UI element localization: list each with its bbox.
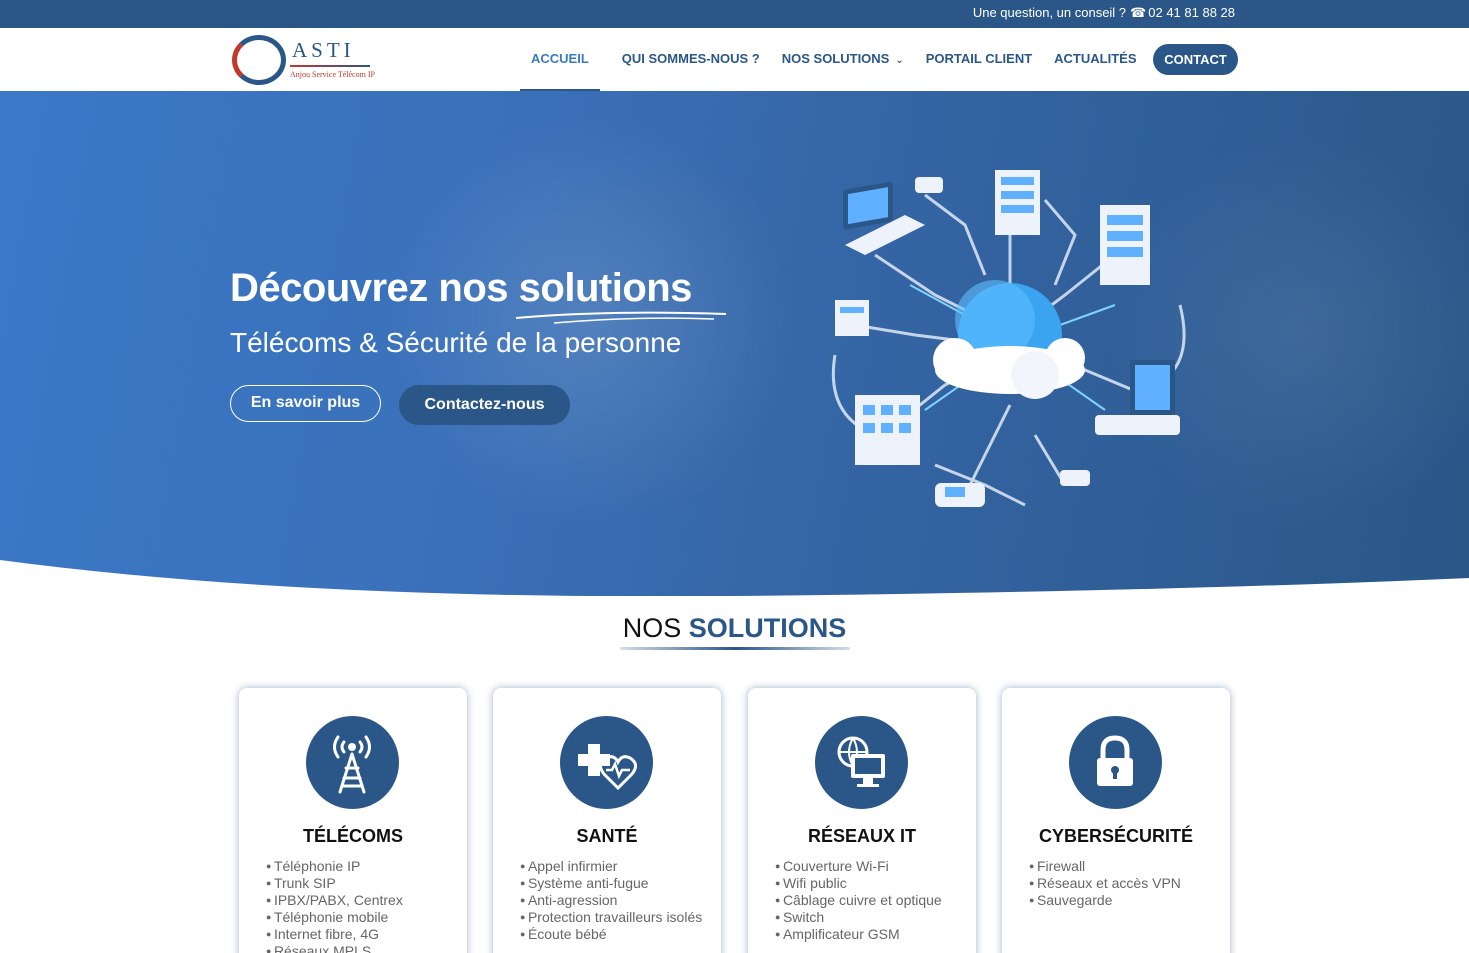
section-title: NOS SOLUTIONS [0, 613, 1469, 644]
nav-item-nos-solutions[interactable]: NOS SOLUTIONS ⌄ [782, 28, 904, 91]
card-feature-list: Couverture Wi-Fi Wifi public Câblage cui… [775, 858, 960, 943]
logo-divider [290, 65, 370, 67]
list-item: Firewall [1029, 858, 1214, 875]
contact-question[interactable]: Une question, un conseil ? ☎ 02 41 81 88 2… [973, 5, 1235, 21]
underline-swash-icon [515, 311, 727, 324]
chevron-down-icon: ⌄ [895, 55, 904, 66]
antenna-tower-icon [306, 716, 399, 809]
hero-title-accent: solutions [518, 266, 693, 310]
contact-question-text: Une question, un conseil ? [972, 5, 1127, 20]
site-header: ASTI Anjou Service Télécom IP ACCUEIL QU… [0, 28, 1469, 91]
learn-more-button[interactable]: En savoir plus [230, 385, 381, 422]
section-title-accent: SOLUTIONS [688, 613, 847, 643]
list-item: Switch [775, 909, 960, 926]
phone-icon: ☎ [1130, 5, 1147, 20]
card-feature-list: Téléphonie IP Trunk SIP IPBX/PABX, Centr… [266, 858, 451, 953]
solution-card-sante[interactable]: SANTÉ Appel infirmier Système anti-fugue… [493, 688, 721, 953]
hero-banner [0, 91, 1469, 596]
hero-wave-divider [0, 560, 1469, 600]
list-item: Wifi public [775, 875, 960, 892]
nav-item-actualites[interactable]: ACTUALITÉS [1054, 28, 1136, 91]
list-item: Téléphonie IP [266, 858, 451, 875]
main-nav: ACCUEIL QUI SOMMES-NOUS ? NOS SOLUTIONS ⌄… [520, 28, 1238, 91]
card-feature-list: Firewall Réseaux et accès VPN Sauvegarde [1029, 858, 1214, 909]
list-item: Appel infirmier [520, 858, 705, 875]
logo-ring [232, 35, 286, 85]
solution-card-reseaux-it[interactable]: RÉSEAUX IT Couverture Wi-Fi Wifi public … [748, 688, 976, 953]
list-item: Internet fibre, 4G [266, 926, 451, 943]
logo-name: ASTI [292, 38, 355, 62]
list-item: Sauvegarde [1029, 892, 1214, 909]
hero-subtitle: Télécoms & Sécurité de la personne [230, 327, 682, 358]
top-bar: Une question, un conseil ? ☎ 02 41 81 88 2… [0, 0, 1469, 28]
list-item: Amplificateur GSM [775, 926, 960, 943]
list-item: IPBX/PABX, Centrex [266, 892, 451, 909]
logo-tagline: Anjou Service Télécom IP [290, 70, 375, 79]
phone-number[interactable]: 02 41 81 88 28 [1148, 5, 1235, 20]
list-item: Trunk SIP [266, 875, 451, 892]
nav-label: ACCUEIL [531, 51, 589, 66]
list-item: Réseaux et accès VPN [1029, 875, 1214, 892]
hero-title-start: Découvrez nos [230, 266, 519, 310]
network-illustration-icon [831, 170, 1186, 507]
contact-button[interactable]: CONTACT [1153, 44, 1238, 75]
list-item: Écoute bébé [520, 926, 705, 943]
asti-logo[interactable]: ASTI Anjou Service Télécom IP [232, 34, 382, 86]
solution-card-cybersecurite[interactable]: CYBERSÉCURITÉ Firewall Réseaux et accès … [1002, 688, 1230, 953]
section-title-start: NOS [622, 613, 689, 643]
list-item: Anti-agression [520, 892, 705, 909]
globe-monitor-icon [815, 716, 908, 809]
nav-item-accueil[interactable]: ACCUEIL [520, 28, 600, 91]
nav-label: QUI SOMMES-NOUS ? [621, 51, 760, 66]
hero-title: Découvrez nos solutions [230, 266, 692, 311]
list-item: Protection travailleurs isolés [520, 909, 705, 926]
list-item: Réseaux MPLS [266, 943, 451, 953]
medical-heart-icon [560, 716, 653, 809]
list-item: Téléphonie mobile [266, 909, 451, 926]
nav-label: NOS SOLUTIONS [781, 51, 890, 66]
nav-item-portail-client[interactable]: PORTAIL CLIENT [926, 28, 1032, 91]
section-underline [620, 647, 850, 650]
nav-label: ACTUALITÉS [1054, 51, 1137, 66]
list-item: Système anti-fugue [520, 875, 705, 892]
list-item: Câblage cuivre et optique [775, 892, 960, 909]
card-title: TÉLÉCOMS [302, 826, 403, 846]
card-feature-list: Appel infirmier Système anti-fugue Anti-… [520, 858, 705, 943]
list-item: Couverture Wi-Fi [775, 858, 960, 875]
nav-item-qui-sommes-nous[interactable]: QUI SOMMES-NOUS ? [622, 28, 760, 91]
solution-card-telecoms[interactable]: TÉLÉCOMS Téléphonie IP Trunk SIP IPBX/PA… [239, 688, 467, 953]
padlock-icon [1069, 716, 1162, 809]
card-title: CYBERSÉCURITÉ [1038, 826, 1194, 846]
card-title: SANTÉ [576, 826, 638, 846]
contact-us-button[interactable]: Contactez-nous [399, 385, 570, 425]
card-title: RÉSEAUX IT [807, 826, 917, 846]
nav-label: PORTAIL CLIENT [925, 51, 1033, 66]
